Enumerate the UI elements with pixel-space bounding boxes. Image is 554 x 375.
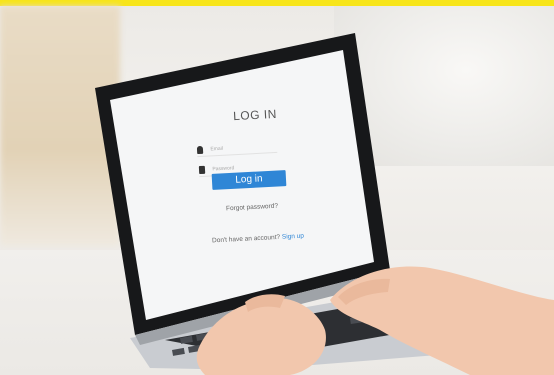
lock-icon <box>198 165 206 174</box>
user-icon <box>196 145 204 154</box>
laptop-scene: LOG IN Email Password Log in Forgot pass… <box>0 0 554 375</box>
signup-link[interactable]: Sign up <box>282 233 304 241</box>
laptop-illustration <box>95 33 554 375</box>
email-placeholder: Email <box>210 145 224 153</box>
password-placeholder: Password <box>212 165 235 173</box>
